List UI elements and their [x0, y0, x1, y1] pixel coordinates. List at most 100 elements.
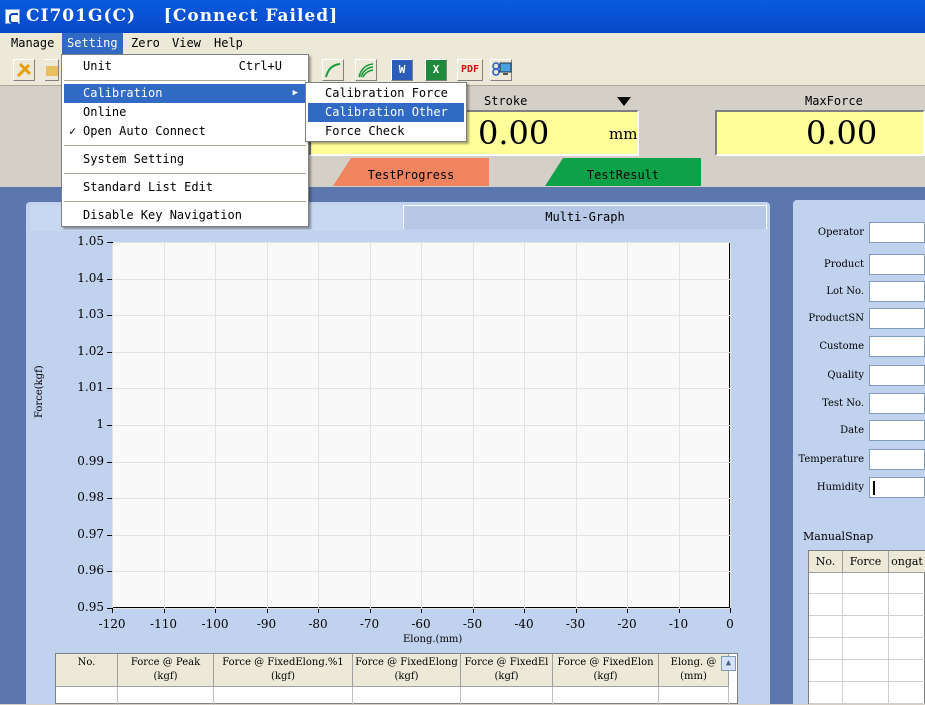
menu-item-open-auto-connect[interactable]: ✓ Open Auto Connect: [64, 122, 306, 141]
chart-y-tick-mark: [107, 498, 112, 500]
menu-item-calibration-other[interactable]: Calibration Other: [308, 103, 464, 122]
app-icon[interactable]: [5, 9, 20, 24]
snap-table-header[interactable]: Force: [843, 551, 889, 573]
menu-separator: [64, 80, 306, 81]
info-field-label: Quality: [827, 370, 864, 381]
table-cell[interactable]: [56, 687, 118, 705]
chart-y-tick-mark: [107, 461, 112, 463]
scroll-up-icon[interactable]: ▲: [721, 656, 736, 671]
chart-x-tick-label: -30: [565, 617, 586, 631]
menu-separator: [64, 145, 306, 146]
snap-table-header[interactable]: No.: [809, 551, 843, 573]
chart-grid-line: [113, 571, 730, 573]
check-icon: ✓: [69, 124, 77, 138]
excel-export-icon[interactable]: X: [425, 59, 447, 81]
menu-item-online[interactable]: Online: [64, 103, 306, 122]
monitor-icon[interactable]: [490, 59, 512, 81]
snap-table-row[interactable]: [809, 683, 925, 704]
stroke-dropdown-icon[interactable]: [617, 97, 631, 107]
menu-help[interactable]: Help: [209, 33, 248, 54]
table-cell[interactable]: [461, 687, 553, 705]
tab-test-result[interactable]: TestResult: [545, 158, 701, 186]
menu-item-system-setting[interactable]: System Setting: [64, 150, 306, 169]
chart-x-tick-mark: [730, 608, 731, 613]
menu-separator: [64, 173, 306, 174]
info-field-label: Temperature: [798, 454, 864, 465]
menu-item-calibration-force[interactable]: Calibration Force: [308, 84, 464, 103]
menu-item-force-check[interactable]: Force Check: [308, 122, 464, 141]
chart-y-tick-mark: [107, 315, 112, 317]
chart-y-tick-mark: [107, 608, 112, 609]
snap-table-row[interactable]: [809, 639, 925, 660]
table-header-cell[interactable]: Force @ Peak (kgf): [118, 654, 214, 687]
header-unit: (kgf): [271, 671, 295, 682]
chart-grid-line: [113, 242, 730, 243]
menu-manage[interactable]: Manage: [6, 33, 59, 54]
info-field-input[interactable]: [869, 365, 925, 386]
menu-view[interactable]: View: [167, 33, 206, 54]
info-field-label: Lot No.: [826, 286, 864, 297]
chart-y-tick-mark: [107, 388, 112, 390]
info-field-input[interactable]: [869, 336, 925, 357]
info-field-input[interactable]: [869, 222, 925, 243]
chart-x-tick-label: -110: [150, 617, 177, 631]
table-header-cell[interactable]: Force @ FixedElon (kgf): [553, 654, 659, 687]
pdf-export-icon[interactable]: PDF: [457, 59, 483, 81]
menu-setting[interactable]: Setting: [62, 33, 123, 54]
info-field-input[interactable]: [869, 254, 925, 275]
table-header-cell[interactable]: Force @ FixedElong (kgf): [353, 654, 461, 687]
menu-item-unit-label: Unit: [83, 59, 112, 73]
menu-item-unit[interactable]: Unit Ctrl+U: [64, 57, 306, 76]
multi-curve-icon[interactable]: [355, 59, 377, 81]
folder-icon[interactable]: [45, 59, 59, 81]
header-unit: (kgf): [494, 671, 519, 682]
chart-y-tick-label: 1.01: [77, 380, 104, 395]
snap-table-row[interactable]: [809, 617, 925, 638]
stroke-label: Stroke: [484, 94, 528, 108]
info-field-input[interactable]: [869, 308, 925, 329]
table-cell[interactable]: [659, 687, 729, 705]
snap-table-row[interactable]: [809, 573, 925, 594]
table-header-cell[interactable]: Elong. @ (mm): [659, 654, 729, 687]
table-cell[interactable]: [553, 687, 659, 705]
chart-x-tick-label: -80: [308, 617, 328, 631]
info-field-input[interactable]: [869, 477, 925, 498]
curve-icon[interactable]: [322, 59, 344, 81]
manual-snap-label: ManualSnap: [803, 530, 874, 543]
info-field-input[interactable]: [869, 420, 925, 441]
menu-bar: Manage Setting Zero View Help: [0, 33, 925, 54]
snap-table-header[interactable]: ongat: [889, 551, 925, 573]
menu-item-standard-list-edit[interactable]: Standard List Edit: [64, 178, 306, 197]
info-field-input[interactable]: [869, 449, 925, 470]
result-table: No. Force @ Peak (kgf) Force @ FixedElong.%…: [55, 653, 738, 705]
table-header-cell[interactable]: No.: [56, 654, 118, 687]
table-header-cell[interactable]: Force @ FixedElong.%1 (kgf): [214, 654, 353, 687]
table-cell[interactable]: [353, 687, 461, 705]
menu-item-calibration[interactable]: Calibration ▶: [64, 84, 306, 103]
header-unit: (kgf): [394, 671, 419, 682]
chart-x-axis-label: Elong.(mm): [403, 634, 463, 645]
chart-x-tick-label: -90: [256, 617, 277, 631]
max-force-value: 0.00: [806, 114, 878, 152]
tools-icon[interactable]: [13, 59, 35, 81]
info-field-input[interactable]: [869, 281, 925, 302]
info-field-label: Test No.: [822, 398, 864, 409]
info-field-label: Humidity: [816, 482, 864, 493]
menu-item-disable-key-navigation[interactable]: Disable Key Navigation: [64, 206, 306, 225]
chart-x-tick-label: 0: [726, 617, 734, 631]
table-cell[interactable]: [214, 687, 353, 705]
chart-y-tick-label: 0.97: [77, 526, 104, 541]
tab-multi-graph[interactable]: Multi-Graph: [403, 205, 767, 229]
menu-zero[interactable]: Zero: [126, 33, 165, 54]
chart-grid-line: [113, 351, 730, 353]
chart-grid-line: [113, 315, 730, 317]
tab-test-progress[interactable]: TestProgress: [333, 158, 489, 186]
info-field-input[interactable]: [869, 393, 925, 414]
snap-table-row[interactable]: [809, 661, 925, 682]
table-header-cell[interactable]: Force @ FixedEl (kgf): [461, 654, 553, 687]
chart-y-tick-label: 0.99: [77, 453, 104, 468]
word-export-icon[interactable]: W: [391, 59, 413, 81]
chart-grid-line: [113, 425, 730, 426]
table-cell[interactable]: [118, 687, 214, 705]
snap-table-row[interactable]: [809, 595, 925, 616]
